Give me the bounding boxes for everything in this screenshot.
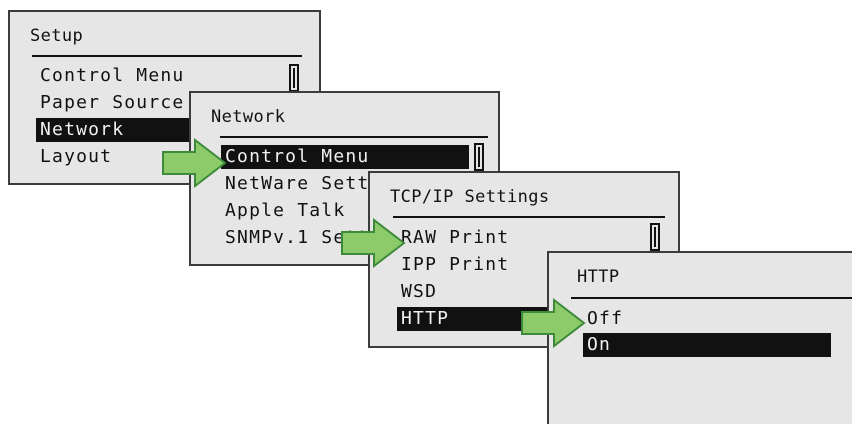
network-item-control-menu[interactable]: Control Menu	[221, 145, 469, 169]
http-option-on[interactable]: On	[583, 333, 831, 357]
tcpip-scrollbar[interactable]	[650, 223, 660, 251]
setup-item-control-menu[interactable]: Control Menu	[36, 64, 276, 88]
tcpip-title: TCP/IP Settings	[390, 187, 550, 207]
setup-title: Setup	[30, 26, 84, 46]
tcpip-item-raw-print[interactable]: RAW Print	[397, 226, 647, 250]
http-panel: HTTP Off On	[547, 251, 852, 424]
setup-divider	[32, 55, 302, 57]
network-title: Network	[211, 107, 286, 127]
arrow-right-icon	[341, 218, 406, 268]
arrow-right-icon	[521, 298, 586, 348]
network-scrollbar[interactable]	[474, 143, 484, 171]
http-title: HTTP	[577, 267, 620, 287]
http-option-off[interactable]: Off	[583, 307, 831, 331]
http-divider	[571, 297, 852, 299]
tcpip-divider	[393, 216, 665, 218]
arrow-right-icon	[162, 138, 227, 188]
setup-scrollbar[interactable]	[289, 64, 299, 92]
network-divider	[220, 136, 488, 138]
